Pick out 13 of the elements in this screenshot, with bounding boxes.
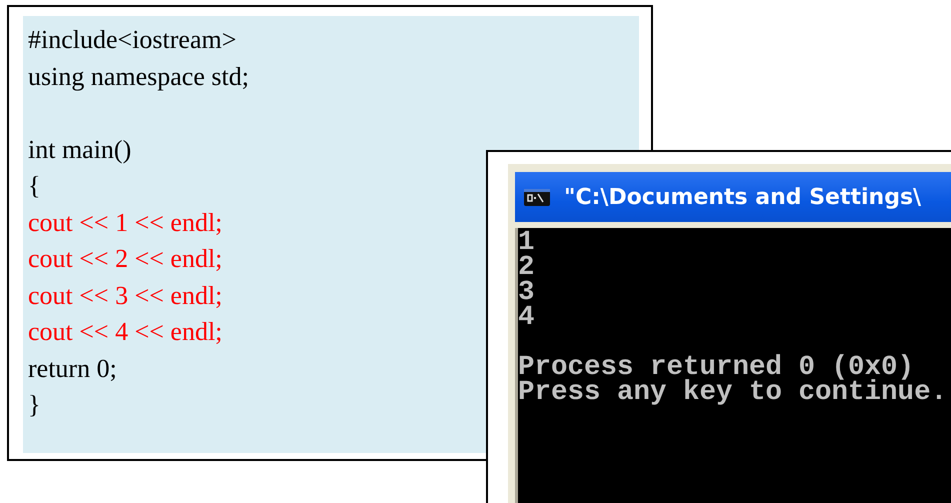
code-line: int main() xyxy=(28,134,132,166)
code-line: cout << 3 << endl; xyxy=(28,280,222,312)
window-title: "C:\Documents and Settings\ xyxy=(564,184,922,210)
console-output-line: 4 xyxy=(518,302,535,333)
code-line: cout << 1 << endl; xyxy=(28,206,222,238)
code-line: { xyxy=(28,170,40,202)
code-line: cout << 2 << endl; xyxy=(28,243,222,275)
console-icon xyxy=(524,188,550,206)
code-line: cout << 4 << endl; xyxy=(28,316,222,348)
code-line: #include<iostream> xyxy=(28,24,236,56)
code-line: using namespace std; xyxy=(28,60,249,93)
code-line: return 0; xyxy=(28,352,117,384)
code-line: } xyxy=(28,389,40,421)
